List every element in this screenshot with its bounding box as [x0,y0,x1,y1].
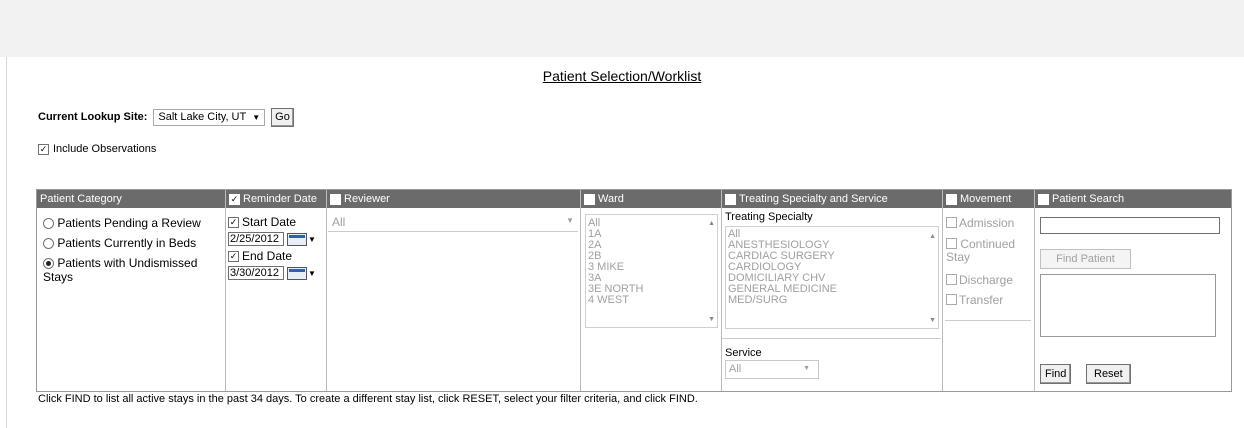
admission-checkbox[interactable] [946,217,957,228]
chevron-down-icon: ▼ [803,365,810,372]
page-title: Patient Selection/Worklist [542,68,702,84]
start-date-checkbox[interactable]: ✓ [228,216,239,228]
discharge-checkbox[interactable] [946,274,957,285]
end-date-label: End Date [242,249,293,263]
chevron-down-icon: ▼ [566,216,574,225]
list-item[interactable]: 3 MIKE [586,262,717,273]
go-button[interactable]: Go [271,107,294,127]
reviewer-select[interactable]: All ▼ [328,214,578,232]
radio-patients-pending-review[interactable]: Patients Pending a Review [43,216,221,236]
patient-results-listbox[interactable] [1040,274,1216,337]
transfer-option[interactable]: Transfer [946,294,1032,314]
movement-checkbox[interactable] [946,193,957,205]
radio-button[interactable] [43,218,54,230]
reset-button[interactable]: Reset [1086,364,1131,384]
transfer-checkbox[interactable] [946,294,957,305]
start-date-label: Start Date [242,215,297,229]
reminder-date-column: ✓ Reminder Date ✓ Start Date 2/25/2012 ▼… [226,190,327,391]
treating-specialty-column: Treating Specialty and Service Treating … [722,190,943,391]
include-observations-label: Include Observations [53,143,157,155]
discharge-option[interactable]: Discharge [946,274,1032,294]
top-band [0,0,1244,57]
chevron-down-icon[interactable]: ▼ [308,269,316,278]
filter-grid: Patient Category Patients Pending a Revi… [36,189,1232,392]
radio-button[interactable] [43,258,54,270]
lookup-site-select[interactable]: Salt Lake City, UT ▼ [153,108,266,126]
include-observations-checkbox[interactable]: ✓ [38,143,49,155]
patient-category-header: Patient Category [37,190,225,208]
treating-specialty-sublabel: Treating Specialty [725,211,813,223]
continued-stay-option[interactable]: Continued Stay [946,238,1032,274]
radio-patients-currently-in-beds[interactable]: Patients Currently in Beds [43,236,221,256]
reminder-date-header: ✓ Reminder Date [226,190,326,208]
list-item[interactable]: 4 WEST [586,295,717,306]
reviewer-header: Reviewer [327,190,580,208]
scroll-down-icon[interactable]: ▼ [929,315,936,326]
divider [722,338,941,339]
admission-option[interactable]: Admission [946,217,1032,238]
list-item[interactable]: All [586,218,717,229]
ward-checkbox[interactable] [584,193,595,205]
find-patient-button[interactable]: Find Patient [1040,249,1131,269]
scroll-down-icon[interactable]: ▼ [708,314,715,325]
continued-stay-checkbox[interactable] [946,238,957,249]
find-button[interactable]: Find [1040,364,1072,384]
reviewer-column: Reviewer All ▼ [327,190,581,391]
radio-patients-undismissed-stays[interactable]: Patients with Undismissed Stays [43,256,221,284]
end-date-input[interactable]: 3/30/2012 [228,266,284,280]
calendar-icon[interactable] [287,232,307,246]
lookup-site-label: Current Lookup Site: [38,111,148,123]
patient-search-input[interactable] [1040,217,1220,234]
treating-specialty-listbox[interactable]: All ANESTHESIOLOGY CARDIAC SURGERY CARDI… [725,226,939,329]
patient-search-checkbox[interactable] [1038,193,1049,205]
left-border [6,57,7,428]
treating-specialty-checkbox[interactable] [725,193,736,205]
ward-listbox[interactable]: All 1A 2A 2B 3 MIKE 3A 3E NORTH 4 WEST ▲… [585,214,718,328]
list-item[interactable]: 1A [586,229,717,240]
patient-search-column: Patient Search Find Patient Find Reset [1035,190,1231,391]
scroll-up-icon[interactable]: ▲ [929,231,936,242]
lookup-site-row: Current Lookup Site: Salt Lake City, UT … [38,106,294,128]
radio-button[interactable] [43,238,54,250]
list-item[interactable]: 2A [586,240,717,251]
chevron-down-icon[interactable]: ▼ [308,235,316,244]
list-item[interactable]: MED/SURG [726,295,938,306]
service-select[interactable]: All ▼ [725,360,819,379]
treating-specialty-header: Treating Specialty and Service [722,190,942,208]
footer-instructions: Click FIND to list all active stays in t… [38,393,698,405]
end-date-checkbox[interactable]: ✓ [228,250,239,262]
ward-header: Ward [581,190,721,208]
patient-category-column: Patient Category Patients Pending a Revi… [37,190,226,391]
calendar-icon[interactable] [287,266,307,280]
divider [945,320,1031,321]
patient-search-header: Patient Search [1035,190,1231,208]
scroll-up-icon[interactable]: ▲ [708,218,715,229]
movement-header: Movement [943,190,1034,208]
movement-column: Movement Admission Continued Stay Discha… [943,190,1035,391]
reviewer-checkbox[interactable] [330,193,341,205]
include-observations-row: ✓ Include Observations [38,143,156,155]
chevron-down-icon: ▼ [252,112,261,122]
start-date-input[interactable]: 2/25/2012 [228,232,284,246]
ward-column: Ward All 1A 2A 2B 3 MIKE 3A 3E NORTH 4 W… [581,190,722,391]
service-label: Service [725,347,762,359]
reminder-date-checkbox[interactable]: ✓ [229,193,240,205]
